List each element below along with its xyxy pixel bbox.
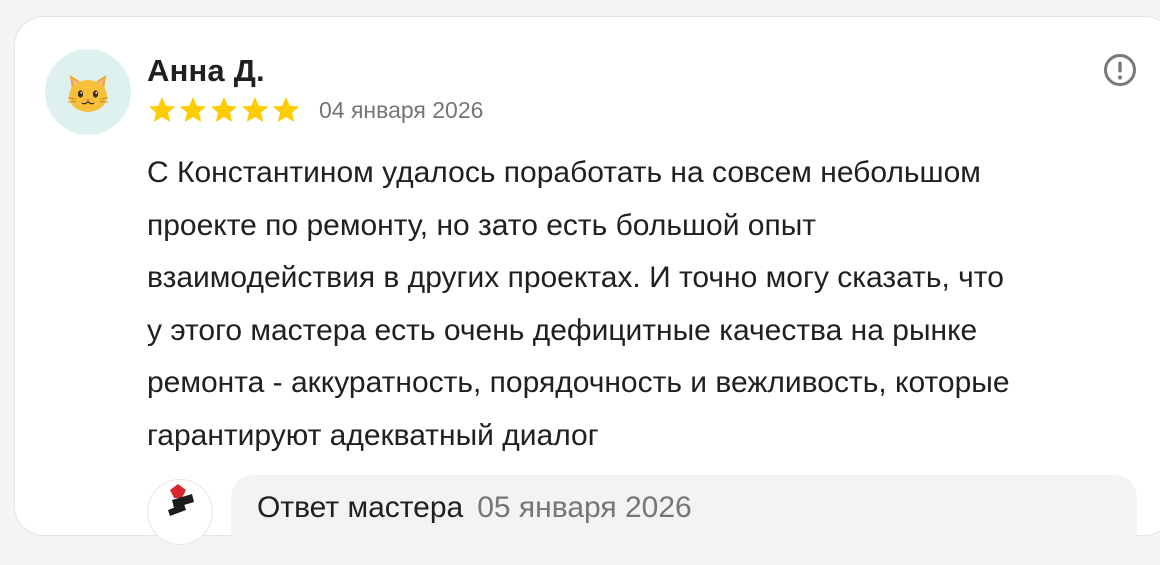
cat-face-icon bbox=[67, 75, 109, 112]
review-text-line: взаимодействия в других проектах. И точн… bbox=[147, 261, 1004, 294]
review-text-line: С Константином удалось поработать на сов… bbox=[147, 156, 981, 189]
exclamation-circle-icon[interactable] bbox=[1103, 53, 1137, 87]
star-icon bbox=[272, 96, 300, 123]
review-date: 04 января 2026 bbox=[319, 96, 484, 123]
review-text-line: гарантируют адекватный диалог bbox=[147, 418, 599, 452]
star-icon bbox=[179, 96, 207, 123]
review-author: Анна Д. bbox=[147, 53, 265, 88]
master-logo-icon bbox=[168, 484, 194, 516]
review-meta: 04 января 2026 bbox=[147, 93, 483, 127]
master-logo bbox=[147, 479, 213, 545]
star-icon bbox=[241, 96, 269, 123]
rating-stars bbox=[147, 96, 301, 124]
avatar bbox=[45, 49, 131, 135]
review-text-line: проекте по ремонту, но зато есть большой… bbox=[147, 208, 817, 242]
reply-header: Ответ мастера 05 января 2026 bbox=[257, 491, 692, 525]
star-icon bbox=[210, 96, 238, 123]
reply-date: 05 января 2026 bbox=[477, 491, 692, 524]
reply-title: Ответ мастера bbox=[257, 491, 464, 524]
master-reply: Ответ мастера 05 января 2026 bbox=[231, 475, 1137, 565]
review-text-line: у этого мастера есть очень дефицитные ка… bbox=[147, 313, 978, 347]
review-card: Анна Д. 04 января 2026 С Константином уд… bbox=[14, 16, 1160, 565]
review-text: С Константином удалось поработать на сов… bbox=[147, 147, 1137, 462]
star-icon bbox=[148, 96, 176, 123]
review-text-line: ремонта - аккуратность, порядочность и в… bbox=[147, 366, 1010, 399]
